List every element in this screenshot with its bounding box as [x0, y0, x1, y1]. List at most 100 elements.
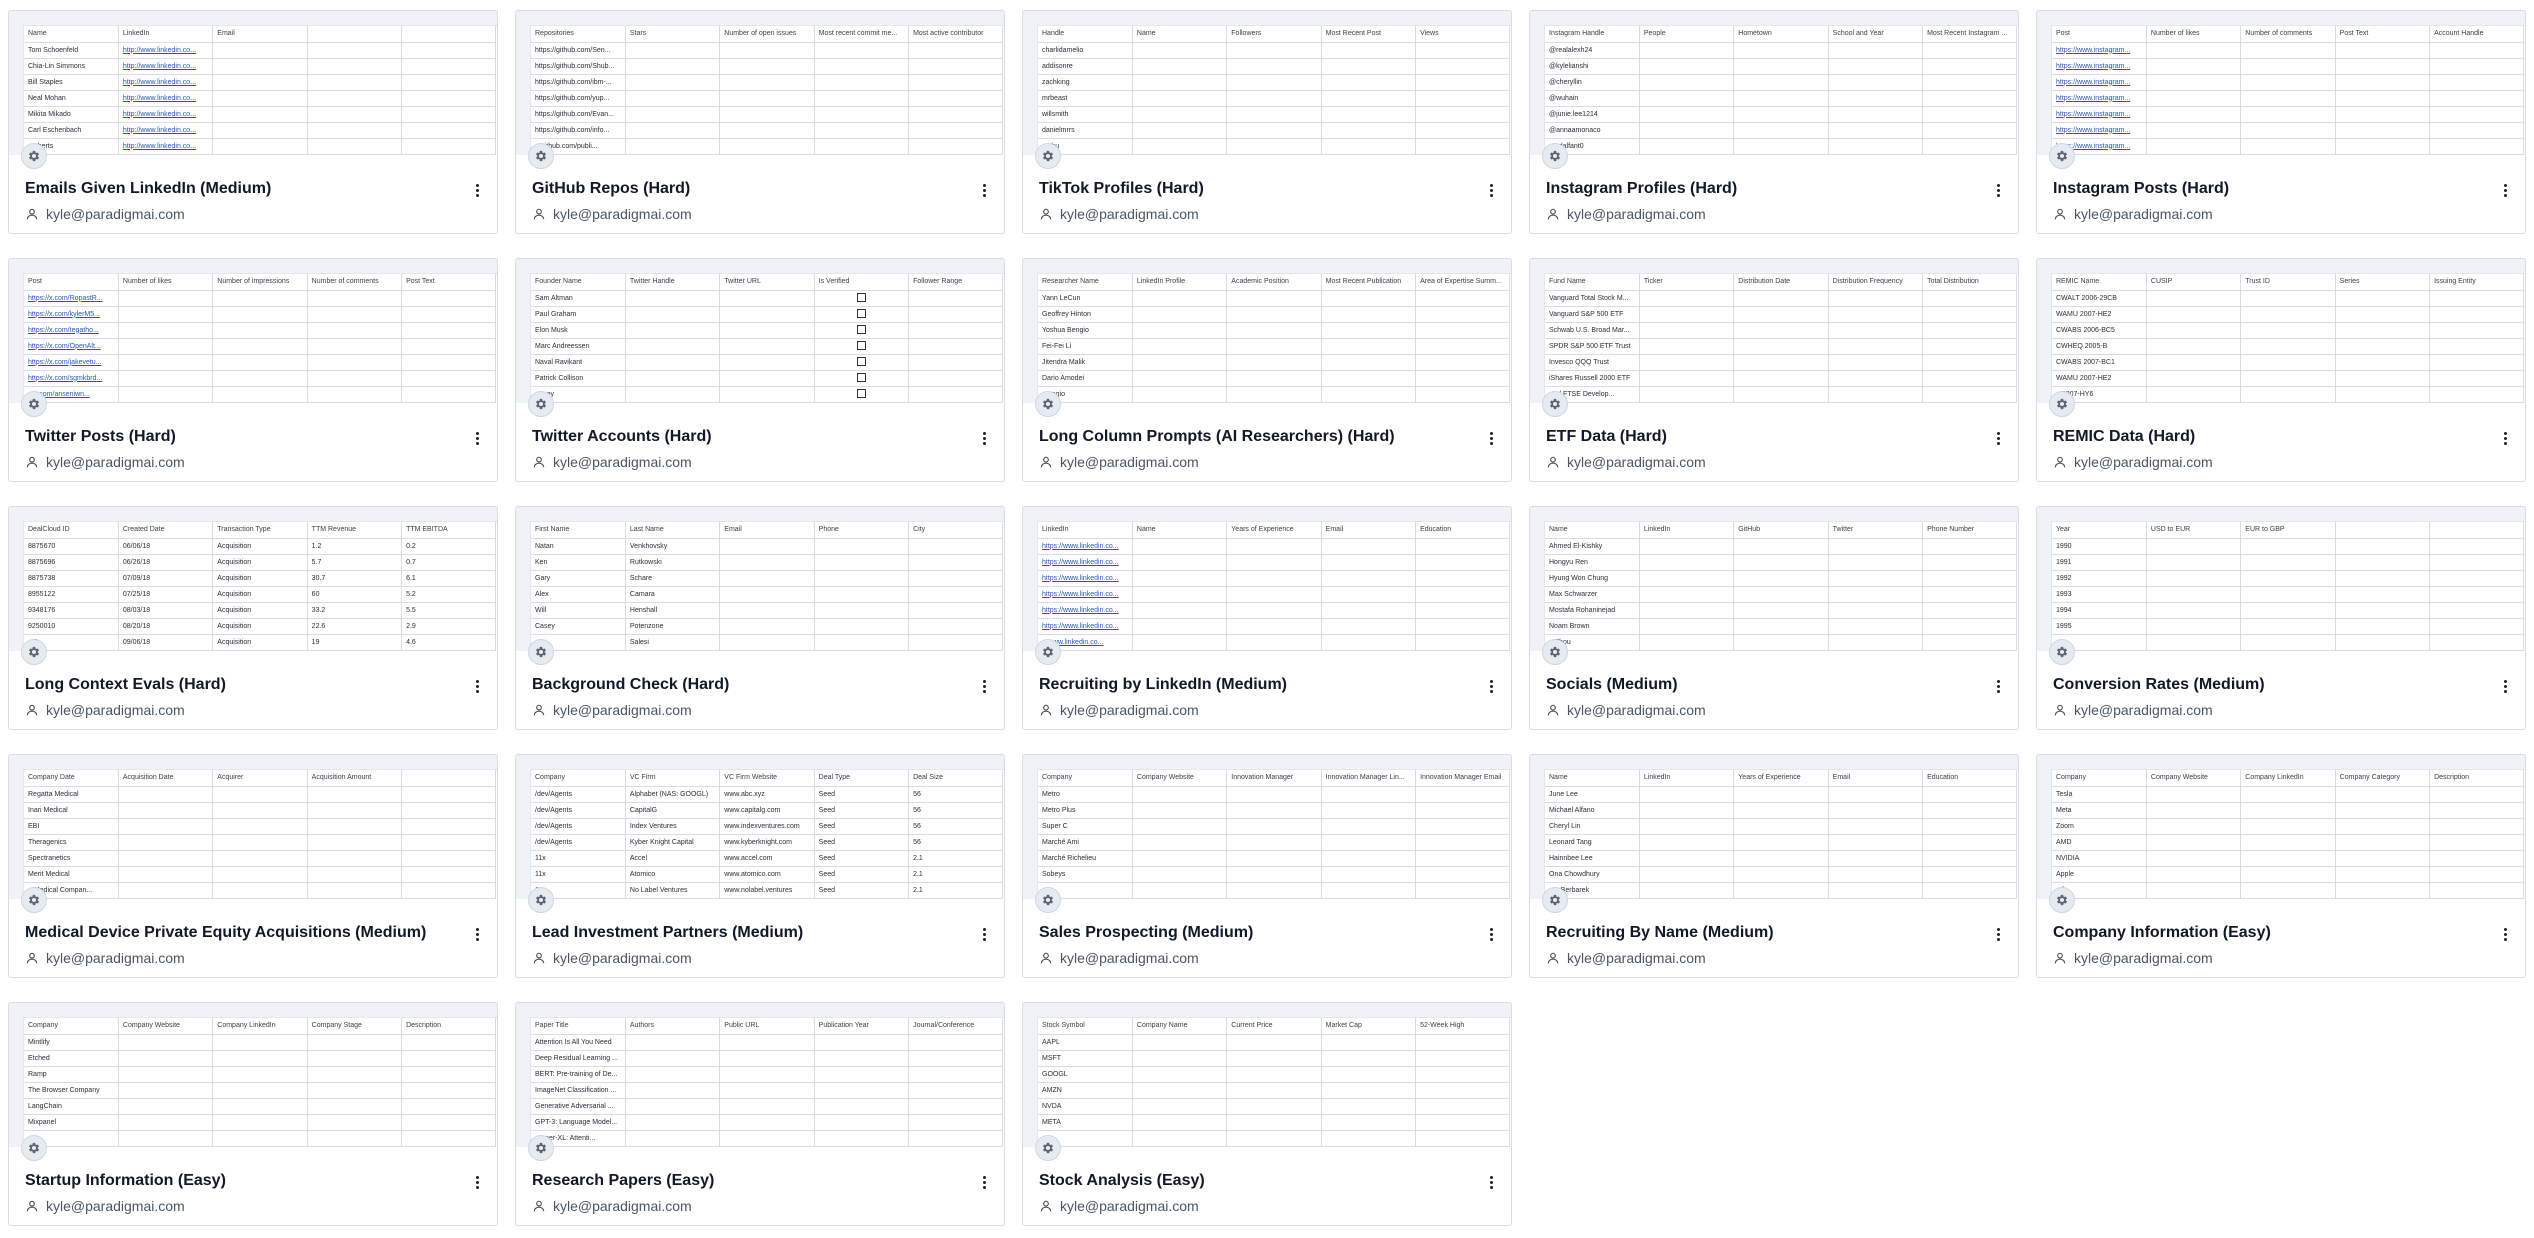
card-title[interactable]: Sales Prospecting (Medium)	[1039, 924, 1461, 942]
project-card[interactable]: Post Number of likes Number of impressions…	[8, 258, 498, 482]
settings-button[interactable]	[1542, 887, 1568, 913]
project-card[interactable]: Handle Name Followers Most Recent Post Views…	[1022, 10, 1512, 234]
card-title[interactable]: Conversion Rates (Medium)	[2053, 676, 2475, 694]
more-options-button[interactable]	[1483, 924, 1499, 944]
card-title[interactable]: Background Check (Hard)	[532, 676, 954, 694]
settings-button[interactable]	[2049, 143, 2075, 169]
project-card[interactable]: Stock Symbol Company Name Current Price Mar…	[1022, 1002, 1512, 1226]
checkbox[interactable]	[856, 341, 866, 351]
settings-button[interactable]	[2049, 391, 2075, 417]
card-title[interactable]: Company Information (Easy)	[2053, 924, 2475, 942]
more-options-button[interactable]	[469, 924, 485, 944]
card-title[interactable]: Lead Investment Partners (Medium)	[532, 924, 954, 942]
project-card[interactable]: Researcher Name LinkedIn Profile Academic …	[1022, 258, 1512, 482]
project-card[interactable]: Company Date Acquisition Date Acquirer Acqu…	[8, 754, 498, 978]
card-title[interactable]: TikTok Profiles (Hard)	[1039, 180, 1461, 198]
more-options-button[interactable]	[976, 676, 992, 696]
settings-button[interactable]	[528, 639, 554, 665]
checkbox[interactable]	[856, 389, 866, 399]
settings-button[interactable]	[1035, 1135, 1061, 1161]
more-options-button[interactable]	[1990, 924, 2006, 944]
more-options-button[interactable]	[2497, 180, 2513, 200]
more-options-button[interactable]	[1990, 428, 2006, 448]
more-options-button[interactable]	[469, 676, 485, 696]
settings-button[interactable]	[1035, 639, 1061, 665]
card-title[interactable]: Research Papers (Easy)	[532, 1172, 954, 1190]
more-options-button[interactable]	[2497, 924, 2513, 944]
more-options-button[interactable]	[1990, 676, 2006, 696]
settings-button[interactable]	[528, 391, 554, 417]
settings-button[interactable]	[528, 143, 554, 169]
project-card[interactable]: Company Company Website Company LinkedIn Co…	[2036, 754, 2526, 978]
checkbox[interactable]	[856, 357, 866, 367]
settings-button[interactable]	[1542, 639, 1568, 665]
more-options-button[interactable]	[1483, 676, 1499, 696]
settings-button[interactable]	[21, 639, 47, 665]
checkbox[interactable]	[856, 325, 866, 335]
project-card[interactable]: Company Company Website Company LinkedIn Co…	[8, 1002, 498, 1226]
card-title[interactable]: Emails Given LinkedIn (Medium)	[25, 180, 447, 198]
more-options-button[interactable]	[1483, 428, 1499, 448]
card-title[interactable]: REMIC Data (Hard)	[2053, 428, 2475, 446]
settings-button[interactable]	[1035, 887, 1061, 913]
settings-button[interactable]	[1035, 143, 1061, 169]
more-options-button[interactable]	[1483, 180, 1499, 200]
card-title[interactable]: Stock Analysis (Easy)	[1039, 1172, 1461, 1190]
more-options-button[interactable]	[976, 924, 992, 944]
more-options-button[interactable]	[469, 180, 485, 200]
settings-button[interactable]	[21, 391, 47, 417]
column-header: Company LinkedIn	[212, 1018, 308, 1035]
more-options-button[interactable]	[976, 428, 992, 448]
project-card[interactable]: Founder Name Twitter Handle Twitter URL Is …	[515, 258, 1005, 482]
more-options-button[interactable]	[976, 180, 992, 200]
card-title[interactable]: Socials (Medium)	[1546, 676, 1968, 694]
project-card[interactable]: Paper Title Authors Public URL Publication …	[515, 1002, 1005, 1226]
settings-button[interactable]	[21, 143, 47, 169]
project-card[interactable]: REMIC Name CUSIP Trust ID Series Issuing Ent…	[2036, 258, 2526, 482]
checkbox[interactable]	[856, 293, 866, 303]
project-card[interactable]: Name LinkedIn Years of Experience Email Educ…	[1529, 754, 2019, 978]
project-card[interactable]: Fund Name Ticker Distribution Date Distribu…	[1529, 258, 2019, 482]
settings-button[interactable]	[528, 1135, 554, 1161]
card-title[interactable]: ETF Data (Hard)	[1546, 428, 1968, 446]
card-title[interactable]: Instagram Profiles (Hard)	[1546, 180, 1968, 198]
more-options-button[interactable]	[1990, 180, 2006, 200]
card-title[interactable]: Medical Device Private Equity Acquisitio…	[25, 924, 447, 942]
settings-button[interactable]	[1542, 391, 1568, 417]
card-title[interactable]: Long Column Prompts (AI Researchers) (Ha…	[1039, 428, 1461, 446]
project-card[interactable]: Instagram Handle People Hometown School and…	[1529, 10, 2019, 234]
more-options-button[interactable]	[469, 428, 485, 448]
more-options-button[interactable]	[1483, 1172, 1499, 1192]
card-title[interactable]: Twitter Posts (Hard)	[25, 428, 447, 446]
project-card[interactable]: Post Number of likes Number of comments Pos…	[2036, 10, 2526, 234]
project-card[interactable]: Name LinkedIn Email Tom Schoenfeld http://ww…	[8, 10, 498, 234]
settings-button[interactable]	[2049, 639, 2075, 665]
card-title[interactable]: Long Context Evals (Hard)	[25, 676, 447, 694]
checkbox[interactable]	[856, 309, 866, 319]
project-card[interactable]: First Name Last Name Email Phone City Natan Ve…	[515, 506, 1005, 730]
project-card[interactable]: Name LinkedIn GitHub Twitter Phone Number Ahm…	[1529, 506, 2019, 730]
card-title[interactable]: Instagram Posts (Hard)	[2053, 180, 2475, 198]
settings-button[interactable]	[528, 887, 554, 913]
card-title[interactable]: Recruiting by LinkedIn (Medium)	[1039, 676, 1461, 694]
settings-button[interactable]	[1035, 391, 1061, 417]
card-title[interactable]: Recruiting By Name (Medium)	[1546, 924, 1968, 942]
card-title[interactable]: Startup Information (Easy)	[25, 1172, 447, 1190]
settings-button[interactable]	[2049, 887, 2075, 913]
more-options-button[interactable]	[469, 1172, 485, 1192]
checkbox[interactable]	[856, 373, 866, 383]
project-card[interactable]: Repositories Stars Number of open issues Mo…	[515, 10, 1005, 234]
settings-button[interactable]	[21, 1135, 47, 1161]
more-options-button[interactable]	[976, 1172, 992, 1192]
card-title[interactable]: Twitter Accounts (Hard)	[532, 428, 954, 446]
project-card[interactable]: Year USD to EUR EUR to GBP 1990 1991 1992 1993…	[2036, 506, 2526, 730]
project-card[interactable]: Company Company Website Innovation Manager…	[1022, 754, 1512, 978]
settings-button[interactable]	[1542, 143, 1568, 169]
settings-button[interactable]	[21, 887, 47, 913]
project-card[interactable]: Company VC Firm VC Firm Website Deal Type De…	[515, 754, 1005, 978]
project-card[interactable]: LinkedIn Name Years of Experience Email Educ…	[1022, 506, 1512, 730]
more-options-button[interactable]	[2497, 428, 2513, 448]
project-card[interactable]: DealCloud ID Created Date Transaction Type…	[8, 506, 498, 730]
card-title[interactable]: GitHub Repos (Hard)	[532, 180, 954, 198]
more-options-button[interactable]	[2497, 676, 2513, 696]
